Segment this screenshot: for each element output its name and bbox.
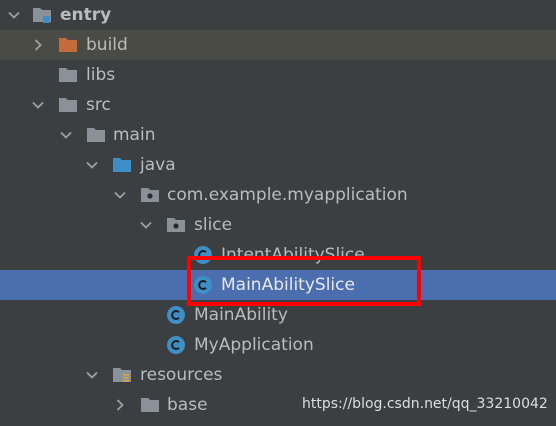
chevron-down-icon[interactable] — [86, 369, 98, 381]
tree-item-entry[interactable]: entry — [0, 0, 556, 30]
tree-item-label: main — [113, 125, 156, 145]
tree-item-label: com.example.myapplication — [167, 185, 408, 205]
folder-icon — [59, 68, 77, 82]
package-icon — [167, 218, 185, 232]
chevron-down-icon[interactable] — [8, 9, 20, 21]
tree-item-label: MainAbility — [194, 305, 288, 325]
tree-item-src[interactable]: src — [0, 90, 556, 120]
chevron-down-icon[interactable] — [60, 129, 72, 141]
tree-item-label: java — [140, 155, 176, 175]
watermark: https://blog.csdn.net/qq_33210042 — [302, 396, 548, 412]
tree-item-label: slice — [194, 215, 233, 235]
tree-item-myapplication[interactable]: MyApplication — [0, 330, 556, 360]
chevron-down-icon[interactable] — [114, 189, 126, 201]
highlight-box — [187, 256, 421, 306]
tree-item-package-myapplication[interactable]: com.example.myapplication — [0, 180, 556, 210]
tree-item-label: base — [167, 395, 208, 415]
excluded-folder-icon — [59, 38, 77, 52]
folder-icon — [59, 98, 77, 112]
chevron-down-icon[interactable] — [140, 219, 152, 231]
chevron-right-icon[interactable] — [32, 39, 44, 51]
tree-item-build[interactable]: build — [0, 30, 556, 60]
chevron-right-icon[interactable] — [114, 399, 126, 411]
resources-folder-icon — [113, 368, 131, 382]
source-folder-icon — [113, 158, 131, 172]
tree-item-java[interactable]: java — [0, 150, 556, 180]
tree-item-label: build — [86, 35, 128, 55]
folder-icon — [87, 128, 105, 142]
tree-item-package-slice[interactable]: slice — [0, 210, 556, 240]
package-icon — [141, 188, 159, 202]
java-class-icon — [167, 306, 185, 324]
folder-icon — [141, 398, 159, 412]
java-class-icon — [167, 336, 185, 354]
tree-item-label: MyApplication — [194, 335, 314, 355]
tree-item-resources[interactable]: resources — [0, 360, 556, 390]
tree-item-libs[interactable]: libs — [0, 60, 556, 90]
tree-item-label: libs — [86, 65, 116, 85]
tree-item-label: entry — [60, 5, 112, 25]
tree-item-main[interactable]: main — [0, 120, 556, 150]
tree-item-label: src — [86, 95, 111, 115]
tree-item-label: resources — [140, 365, 223, 385]
chevron-down-icon[interactable] — [32, 99, 44, 111]
module-folder-icon — [33, 8, 51, 23]
chevron-down-icon[interactable] — [86, 159, 98, 171]
project-tree: entry build libs src main java com.examp… — [0, 0, 556, 426]
